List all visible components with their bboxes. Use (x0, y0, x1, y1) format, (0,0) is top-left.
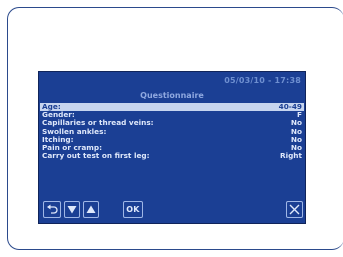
undo-arrow-icon (46, 204, 58, 215)
row-first-leg[interactable]: Carry out test on first leg: Right (40, 151, 304, 161)
datetime-display: 05/03/10 - 17:38 (224, 76, 301, 85)
ok-label: OK (126, 205, 140, 214)
back-button[interactable] (43, 201, 61, 218)
close-x-icon (289, 204, 300, 215)
row-age[interactable]: Age: 40-49 (40, 102, 304, 112)
triangle-down-icon (67, 205, 77, 214)
triangle-up-icon (86, 205, 96, 214)
ok-button[interactable]: OK (123, 201, 143, 218)
scroll-down-button[interactable] (64, 201, 80, 218)
row-value: Right (279, 151, 302, 161)
questionnaire-list: Age: 40-49 Gender: F Capillaries or thre… (40, 102, 304, 161)
row-swollen-ankles[interactable]: Swollen ankles: No (40, 127, 304, 136)
device-screen: 05/03/10 - 17:38 Questionnaire Age: 40-4… (38, 71, 306, 224)
row-label: Carry out test on first leg: (42, 151, 150, 161)
close-button[interactable] (286, 201, 303, 218)
screen-title: Questionnaire (140, 91, 204, 100)
scroll-up-button[interactable] (83, 201, 99, 218)
